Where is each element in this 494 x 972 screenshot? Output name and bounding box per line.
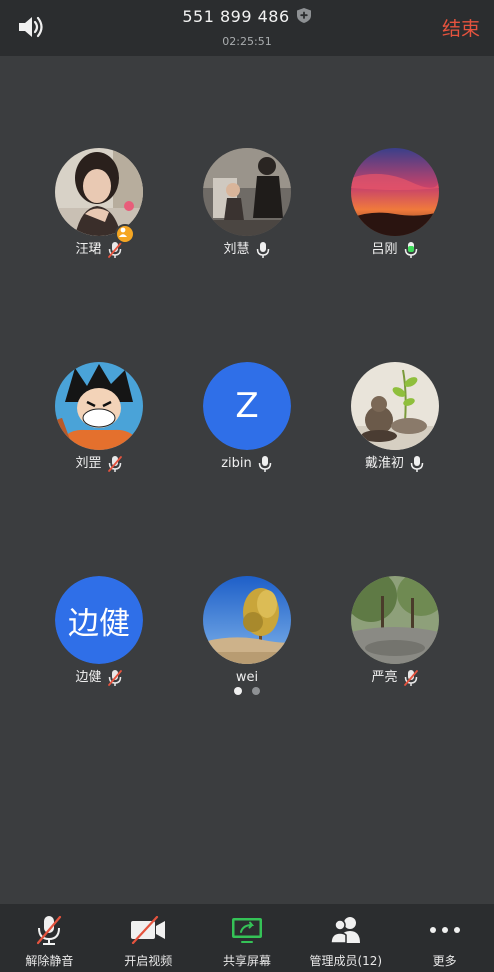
- participant-name: wei: [235, 670, 259, 685]
- avatar: Z: [203, 362, 291, 450]
- letter-avatar: 边健: [55, 576, 143, 664]
- avatar: [351, 362, 439, 450]
- meeting-id: 551 899 486: [182, 7, 290, 26]
- participant-tile[interactable]: wei: [172, 576, 322, 689]
- share-screen-button[interactable]: 共享屏幕: [198, 904, 297, 972]
- members-icon: [326, 913, 366, 947]
- mic-icon: [409, 455, 425, 473]
- start-video-label: 开启视频: [124, 954, 173, 968]
- avatar: [203, 576, 291, 664]
- mic-icon: [255, 241, 271, 259]
- top-bar: 551 899 486 02:25:51 结束: [0, 0, 494, 56]
- unmute-button[interactable]: 解除静音: [0, 904, 99, 972]
- participant-name-row: wei: [172, 667, 322, 689]
- mic-speaking-icon: [403, 241, 419, 259]
- share-screen-label: 共享屏幕: [222, 954, 271, 968]
- participant-name-row: 刘慧: [172, 239, 322, 261]
- unmute-label: 解除静音: [25, 954, 74, 968]
- participant-name: 边健: [75, 670, 102, 685]
- participant-tile[interactable]: 吕刚: [320, 148, 470, 261]
- manage-members-label: 管理成员(12): [309, 954, 383, 968]
- more-dots-icon: [425, 913, 465, 947]
- participant-name-row: 戴淮初: [320, 453, 470, 475]
- participant-name: 戴淮初: [364, 456, 404, 471]
- participant-tile[interactable]: 戴淮初: [320, 362, 470, 475]
- meeting-id-row: 551 899 486: [0, 7, 494, 28]
- mic-icon: [257, 455, 273, 473]
- letter-avatar: Z: [203, 362, 291, 450]
- participant-tile[interactable]: 刘慧: [172, 148, 322, 261]
- participant-name-row: 吕刚: [320, 239, 470, 261]
- participant-name-row: 汪珺: [24, 239, 174, 261]
- avatar: [55, 362, 143, 450]
- participant-name-row: 严亮: [320, 667, 470, 689]
- more-label: 更多: [432, 954, 457, 968]
- participant-tile[interactable]: 严亮: [320, 576, 470, 689]
- participant-tile[interactable]: 刘罡: [24, 362, 174, 475]
- participant-name: zibin: [221, 456, 252, 471]
- avatar: [55, 148, 143, 236]
- participant-tile[interactable]: 边健 边健: [24, 576, 174, 689]
- meeting-screen: 551 899 486 02:25:51 结束 汪珺 刘慧 吕刚 刘罡 Z zi…: [0, 0, 494, 972]
- mic-muted-icon: [107, 455, 123, 473]
- mic-muted-icon: [403, 669, 419, 687]
- manage-members-button[interactable]: 管理成员(12): [296, 904, 395, 972]
- meeting-timer: 02:25:51: [222, 35, 272, 48]
- participant-tile[interactable]: 汪珺: [24, 148, 174, 261]
- shield-icon: [296, 7, 312, 28]
- avatar: [351, 148, 439, 236]
- share-screen-icon: [227, 913, 267, 947]
- participant-name: 刘罡: [75, 456, 102, 471]
- participant-name-row: 刘罡: [24, 453, 174, 475]
- video-off-icon: [128, 913, 168, 947]
- participant-name: 吕刚: [371, 242, 398, 257]
- avatar: [351, 576, 439, 664]
- participant-name-row: 边健: [24, 667, 174, 689]
- mic-muted-icon: [107, 669, 123, 687]
- participant-name: 汪珺: [75, 242, 102, 257]
- mic-muted-icon: [107, 241, 123, 259]
- mic-muted-icon: [29, 913, 69, 947]
- page-dot-1[interactable]: [234, 687, 242, 695]
- page-dot-2[interactable]: [252, 687, 260, 695]
- end-meeting-button[interactable]: 结束: [442, 14, 480, 41]
- bottom-toolbar: 解除静音 开启视频 共享屏幕 管理成员(12) 更多: [0, 904, 494, 972]
- participant-tile[interactable]: Z zibin: [172, 362, 322, 475]
- participant-name: 刘慧: [223, 242, 250, 257]
- avatar: 边健: [55, 576, 143, 664]
- participant-name-row: zibin: [172, 453, 322, 475]
- participant-name: 严亮: [371, 670, 398, 685]
- avatar: [203, 148, 291, 236]
- host-badge: [115, 224, 135, 244]
- page-indicator[interactable]: [0, 687, 494, 695]
- more-button[interactable]: 更多: [395, 904, 494, 972]
- start-video-button[interactable]: 开启视频: [99, 904, 198, 972]
